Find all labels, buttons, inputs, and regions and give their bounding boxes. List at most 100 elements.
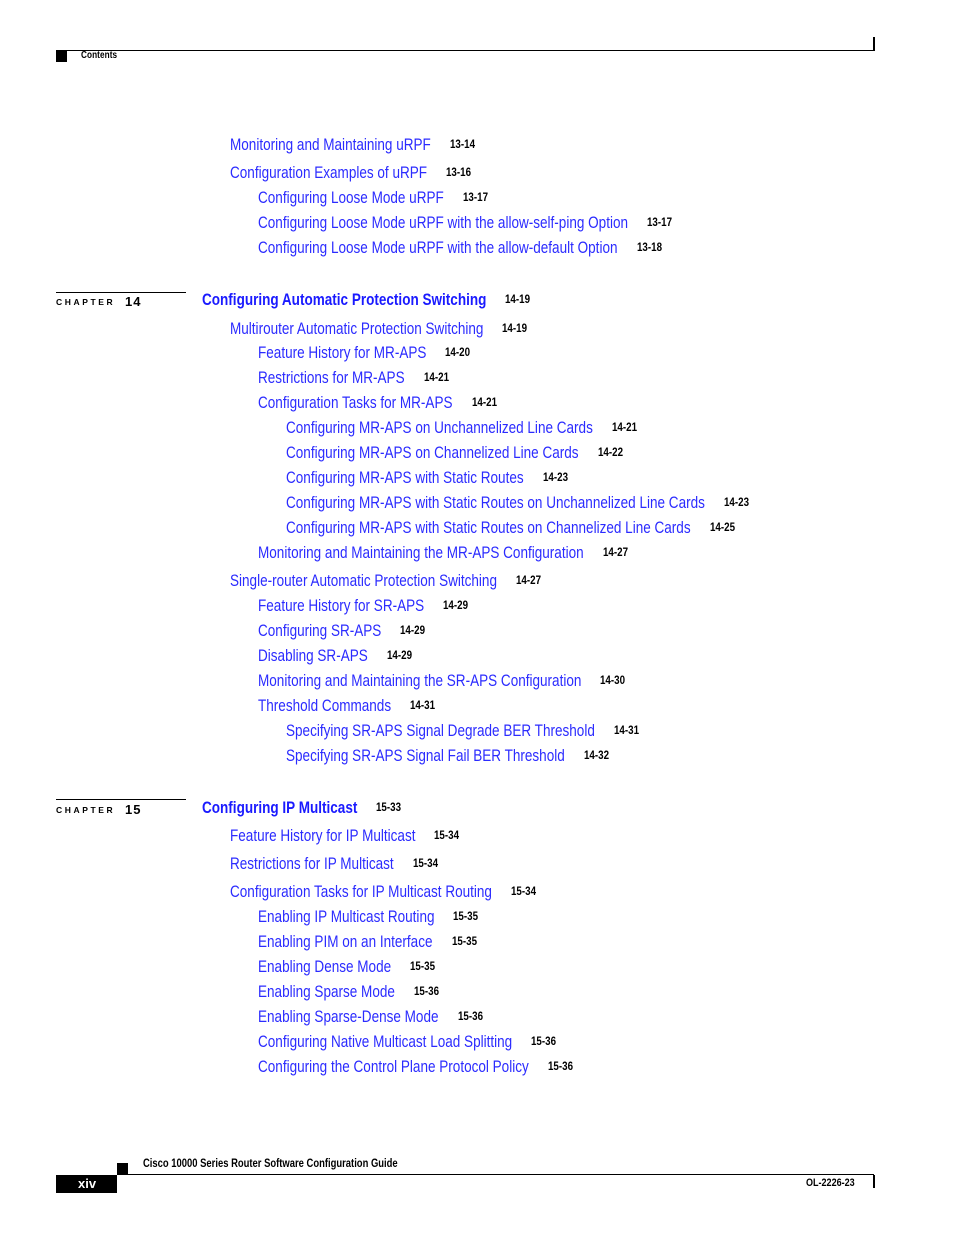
- toc-entry-title[interactable]: Configuring MR-APS with Static Routes on…: [286, 495, 705, 512]
- toc-entry-title[interactable]: Monitoring and Maintaining the MR-APS Co…: [258, 545, 584, 562]
- toc-entry[interactable]: Enabling Sparse Mode 15-36: [258, 984, 439, 1001]
- toc-entry[interactable]: Configuring MR-APS with Static Routes 14…: [286, 470, 576, 487]
- header-tick-mark: [873, 37, 875, 51]
- header-marker-block: [56, 51, 67, 62]
- footer-page-number: xiv: [78, 1176, 97, 1191]
- toc-entry-title[interactable]: Configuring the Control Plane Protocol P…: [258, 1059, 529, 1076]
- toc-entry[interactable]: Configuring Loose Mode uRPF 13-17: [258, 190, 489, 207]
- chapter-title-entry[interactable]: Configuring Automatic Protection Switchi…: [202, 292, 549, 309]
- toc-entry-title[interactable]: Enabling Sparse Mode: [258, 984, 395, 1001]
- toc-entry-title[interactable]: Configuring Loose Mode uRPF with the all…: [258, 215, 628, 232]
- toc-entry-page: 14-20: [445, 347, 471, 359]
- toc-entry-page: 15-34: [434, 830, 460, 842]
- toc-entry-title[interactable]: Configuring Loose Mode uRPF: [258, 190, 444, 207]
- toc-entry-page: 13-17: [647, 217, 673, 229]
- toc-entry-page: 15-36: [531, 1036, 557, 1048]
- chapter-rule: [56, 292, 186, 293]
- toc-entry[interactable]: Configuring MR-APS on Unchannelized Line…: [286, 420, 660, 437]
- toc-entry[interactable]: Configuring the Control Plane Protocol P…: [258, 1059, 588, 1076]
- toc-entry-page: 14-21: [612, 422, 638, 434]
- toc-entry-title[interactable]: Threshold Commands: [258, 698, 391, 715]
- toc-entry[interactable]: Enabling Sparse-Dense Mode 15-36: [258, 1009, 483, 1026]
- footer-guide-title: Cisco 10000 Series Router Software Confi…: [143, 1158, 398, 1170]
- toc-entry[interactable]: Enabling IP Multicast Routing 15-35: [258, 909, 478, 926]
- toc-entry[interactable]: Single-router Automatic Protection Switc…: [230, 573, 556, 590]
- toc-entry-page: 15-34: [511, 886, 537, 898]
- toc-entry[interactable]: Configuring MR-APS with Static Routes on…: [286, 520, 779, 537]
- toc-entry[interactable]: Configuration Tasks for MR-APS 14-21: [258, 395, 497, 412]
- footer-tick-mark: [873, 1175, 875, 1188]
- toc-entry[interactable]: Configuring SR-APS 14-29: [258, 623, 425, 640]
- toc-entry[interactable]: Configuration Tasks for IP Multicast Rou…: [230, 884, 549, 901]
- toc-entry[interactable]: Configuration Examples of uRPF 13-16: [230, 165, 471, 182]
- toc-entry[interactable]: Configuring Native Multicast Load Splitt…: [258, 1034, 568, 1051]
- toc-entry[interactable]: Restrictions for MR-APS 14-21: [258, 370, 449, 387]
- toc-entry-page: 14-23: [724, 497, 750, 509]
- toc-entry-page: 14-22: [598, 447, 624, 459]
- toc-entry-title[interactable]: Specifying SR-APS Signal Degrade BER Thr…: [286, 723, 595, 740]
- toc-entry[interactable]: Configuring MR-APS with Static Routes on…: [286, 495, 797, 512]
- toc-entry[interactable]: Multirouter Automatic Protection Switchi…: [230, 321, 539, 338]
- toc-entry-page: 14-30: [600, 675, 626, 687]
- toc-entry-title[interactable]: Enabling Sparse-Dense Mode: [258, 1009, 439, 1026]
- chapter-title-entry[interactable]: Configuring IP Multicast 15-33: [202, 800, 401, 817]
- toc-entry[interactable]: Specifying SR-APS Signal Degrade BER Thr…: [286, 723, 663, 740]
- toc-entry[interactable]: Feature History for SR-APS 14-29: [258, 598, 468, 615]
- toc-entry-title[interactable]: Configuring MR-APS on Unchannelized Line…: [286, 420, 593, 437]
- toc-entry[interactable]: Enabling PIM on an Interface 15-35: [258, 934, 477, 951]
- toc-entry-page: 14-29: [443, 600, 469, 612]
- header-section-label: Contents: [81, 50, 118, 61]
- toc-entry-title[interactable]: Specifying SR-APS Signal Fail BER Thresh…: [286, 748, 565, 765]
- toc-entry-title[interactable]: Single-router Automatic Protection Switc…: [230, 573, 497, 590]
- toc-entry[interactable]: Threshold Commands 14-31: [258, 698, 435, 715]
- toc-entry[interactable]: Feature History for MR-APS 14-20: [258, 345, 470, 362]
- toc-entry[interactable]: Monitoring and Maintaining the MR-APS Co…: [258, 545, 655, 562]
- toc-entry-title[interactable]: Configuring MR-APS with Static Routes: [286, 470, 524, 487]
- toc-entry-page: 14-29: [387, 650, 413, 662]
- toc-entry[interactable]: Configuring Loose Mode uRPF with the all…: [258, 240, 696, 257]
- toc-entry-page: 14-21: [424, 372, 450, 384]
- chapter-title[interactable]: Configuring Automatic Protection Switchi…: [202, 292, 486, 309]
- toc-entry-page: 15-35: [452, 936, 478, 948]
- toc-entry[interactable]: Configuring MR-APS on Channelized Line C…: [286, 445, 643, 462]
- toc-entry-title[interactable]: Enabling IP Multicast Routing: [258, 909, 434, 926]
- toc-entry-title[interactable]: Monitoring and Maintaining uRPF: [230, 137, 431, 154]
- toc-entry-title[interactable]: Feature History for MR-APS: [258, 345, 426, 362]
- toc-entry[interactable]: Monitoring and Maintaining uRPF 13-14: [230, 137, 475, 154]
- toc-entry[interactable]: Specifying SR-APS Signal Fail BER Thresh…: [286, 748, 626, 765]
- chapter-number: 14: [125, 294, 142, 309]
- toc-entry[interactable]: Monitoring and Maintaining the SR-APS Co…: [258, 673, 652, 690]
- toc-entry-page: 14-25: [710, 522, 736, 534]
- toc-entry-title[interactable]: Disabling SR-APS: [258, 648, 368, 665]
- toc-entry-page: 14-27: [603, 547, 629, 559]
- chapter-title[interactable]: Configuring IP Multicast: [202, 800, 357, 817]
- toc-entry-title[interactable]: Configuring Native Multicast Load Splitt…: [258, 1034, 512, 1051]
- toc-entry-title[interactable]: Feature History for SR-APS: [258, 598, 424, 615]
- toc-entry[interactable]: Restrictions for IP Multicast 15-34: [230, 856, 438, 873]
- chapter-label: CHAPTER: [56, 297, 116, 307]
- chapter-number: 15: [125, 802, 142, 817]
- toc-entry-page: 13-17: [463, 192, 489, 204]
- toc-entry[interactable]: Feature History for IP Multicast 15-34: [230, 828, 460, 845]
- toc-entry-title[interactable]: Multirouter Automatic Protection Switchi…: [230, 321, 483, 338]
- chapter-page: 14-19: [505, 294, 531, 306]
- toc-entry-title[interactable]: Restrictions for MR-APS: [258, 370, 405, 387]
- toc-entry-title[interactable]: Restrictions for IP Multicast: [230, 856, 394, 873]
- toc-entry-page: 14-31: [614, 725, 640, 737]
- chapter-rule: [56, 799, 186, 800]
- toc-entry-title[interactable]: Configuration Examples of uRPF: [230, 165, 427, 182]
- toc-entry-title[interactable]: Feature History for IP Multicast: [230, 828, 415, 845]
- toc-entry-title[interactable]: Enabling PIM on an Interface: [258, 934, 433, 951]
- toc-entry[interactable]: Configuring Loose Mode uRPF with the all…: [258, 215, 709, 232]
- toc-entry-title[interactable]: Enabling Dense Mode: [258, 959, 391, 976]
- toc-entry[interactable]: Enabling Dense Mode 15-35: [258, 959, 435, 976]
- toc-entry[interactable]: Disabling SR-APS 14-29: [258, 648, 412, 665]
- toc-entry-title[interactable]: Configuring Loose Mode uRPF with the all…: [258, 240, 618, 257]
- toc-entry-title[interactable]: Configuration Tasks for IP Multicast Rou…: [230, 884, 492, 901]
- toc-entry-title[interactable]: Monitoring and Maintaining the SR-APS Co…: [258, 673, 581, 690]
- toc-entry-title[interactable]: Configuration Tasks for MR-APS: [258, 395, 453, 412]
- toc-entry-title[interactable]: Configuring MR-APS with Static Routes on…: [286, 520, 691, 537]
- toc-entry-title[interactable]: Configuring SR-APS: [258, 623, 381, 640]
- toc-entry-title[interactable]: Configuring MR-APS on Channelized Line C…: [286, 445, 579, 462]
- toc-entry-page: 14-23: [543, 472, 569, 484]
